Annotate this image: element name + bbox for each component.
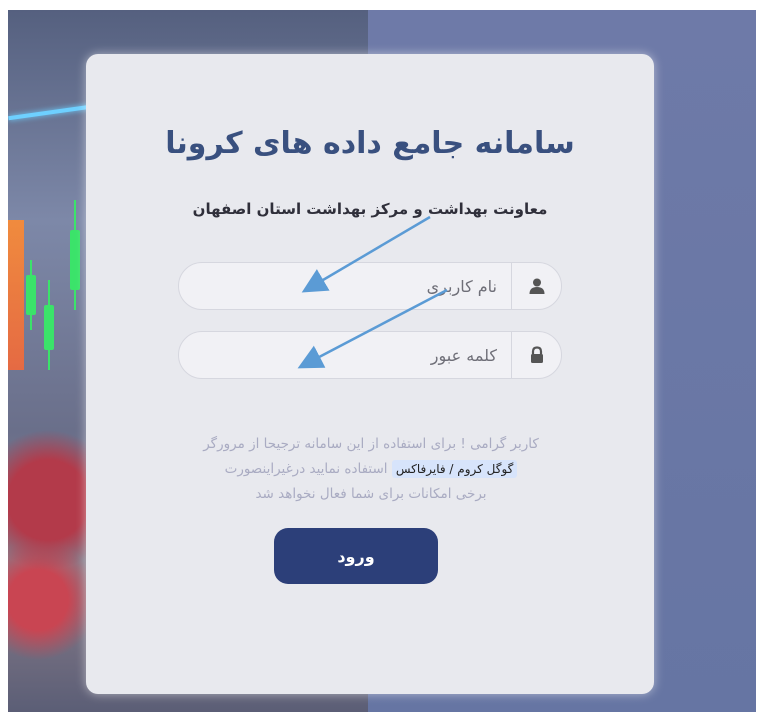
notice-line-1: کاربر گرامی ! برای استفاده از این سامانه… (203, 436, 539, 452)
browser-notice: کاربر گرامی ! برای استفاده از این سامانه… (126, 432, 616, 507)
login-card: سامانه جامع داده های کرونا معاونت بهداشت… (86, 54, 654, 694)
username-field (178, 262, 562, 310)
login-button[interactable]: ورود (274, 528, 438, 584)
background: سامانه جامع داده های کرونا معاونت بهداشت… (8, 10, 756, 712)
background-candle (70, 230, 80, 290)
page-subtitle: معاونت بهداشت و مرکز بهداشت استان اصفهان (192, 200, 548, 218)
background-candle (26, 275, 36, 315)
background-chart-bar (8, 220, 24, 370)
notice-line-2-text: استفاده نمایید درغیراینصورت (224, 461, 388, 477)
browser-highlight: گوگل کروم / فایرفاکس (391, 460, 518, 478)
notice-line-3: برخی امکانات برای شما فعال نخواهد شد (255, 486, 487, 502)
username-input[interactable] (179, 263, 511, 309)
user-icon (511, 263, 561, 309)
password-input[interactable] (179, 332, 511, 378)
password-field (178, 331, 562, 379)
lock-icon (511, 332, 561, 378)
page-title: سامانه جامع داده های کرونا (165, 126, 575, 161)
notice-line-2: گوگل کروم / فایرفاکس استفاده نمایید درغی… (126, 457, 616, 482)
background-candle (44, 305, 54, 350)
